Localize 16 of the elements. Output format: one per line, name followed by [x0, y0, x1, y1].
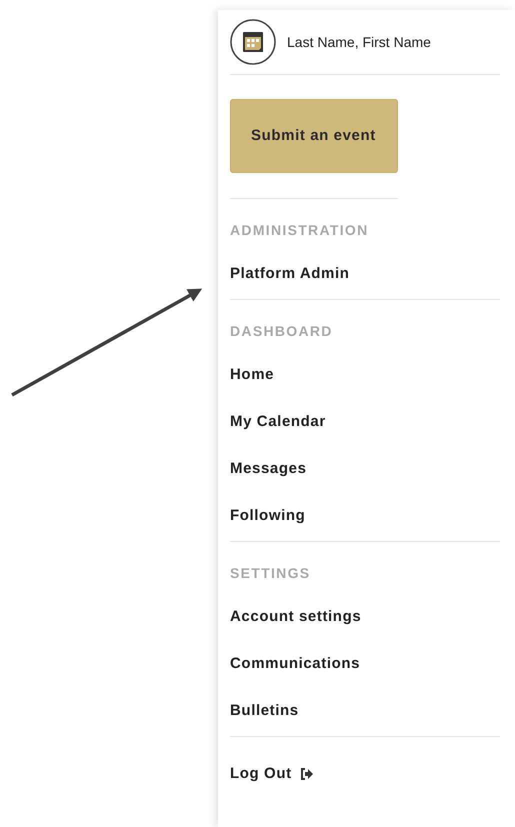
user-name: Last Name, First Name — [287, 34, 431, 50]
section-heading: ADMINISTRATION — [230, 222, 370, 240]
section-heading: SETTINGS — [230, 565, 312, 583]
menu-link[interactable]: Bulletins — [230, 700, 299, 722]
submit-event-button[interactable]: Submit an event — [230, 99, 398, 173]
section-heading: DASHBOARD — [230, 323, 334, 341]
menu-link[interactable]: My Calendar — [230, 411, 326, 433]
menu-link[interactable]: Messages — [230, 458, 307, 480]
menu-link[interactable]: Platform Admin — [230, 263, 350, 285]
log-out-link[interactable]: Log Out — [230, 763, 292, 785]
menu-link[interactable]: Following — [230, 505, 306, 527]
calendar-avatar-icon — [230, 19, 276, 65]
log-out-icon — [300, 768, 314, 780]
menu-link[interactable]: Communications — [230, 653, 360, 675]
menu-link[interactable]: Home — [230, 364, 274, 386]
menu-link[interactable]: Account settings — [230, 606, 362, 628]
